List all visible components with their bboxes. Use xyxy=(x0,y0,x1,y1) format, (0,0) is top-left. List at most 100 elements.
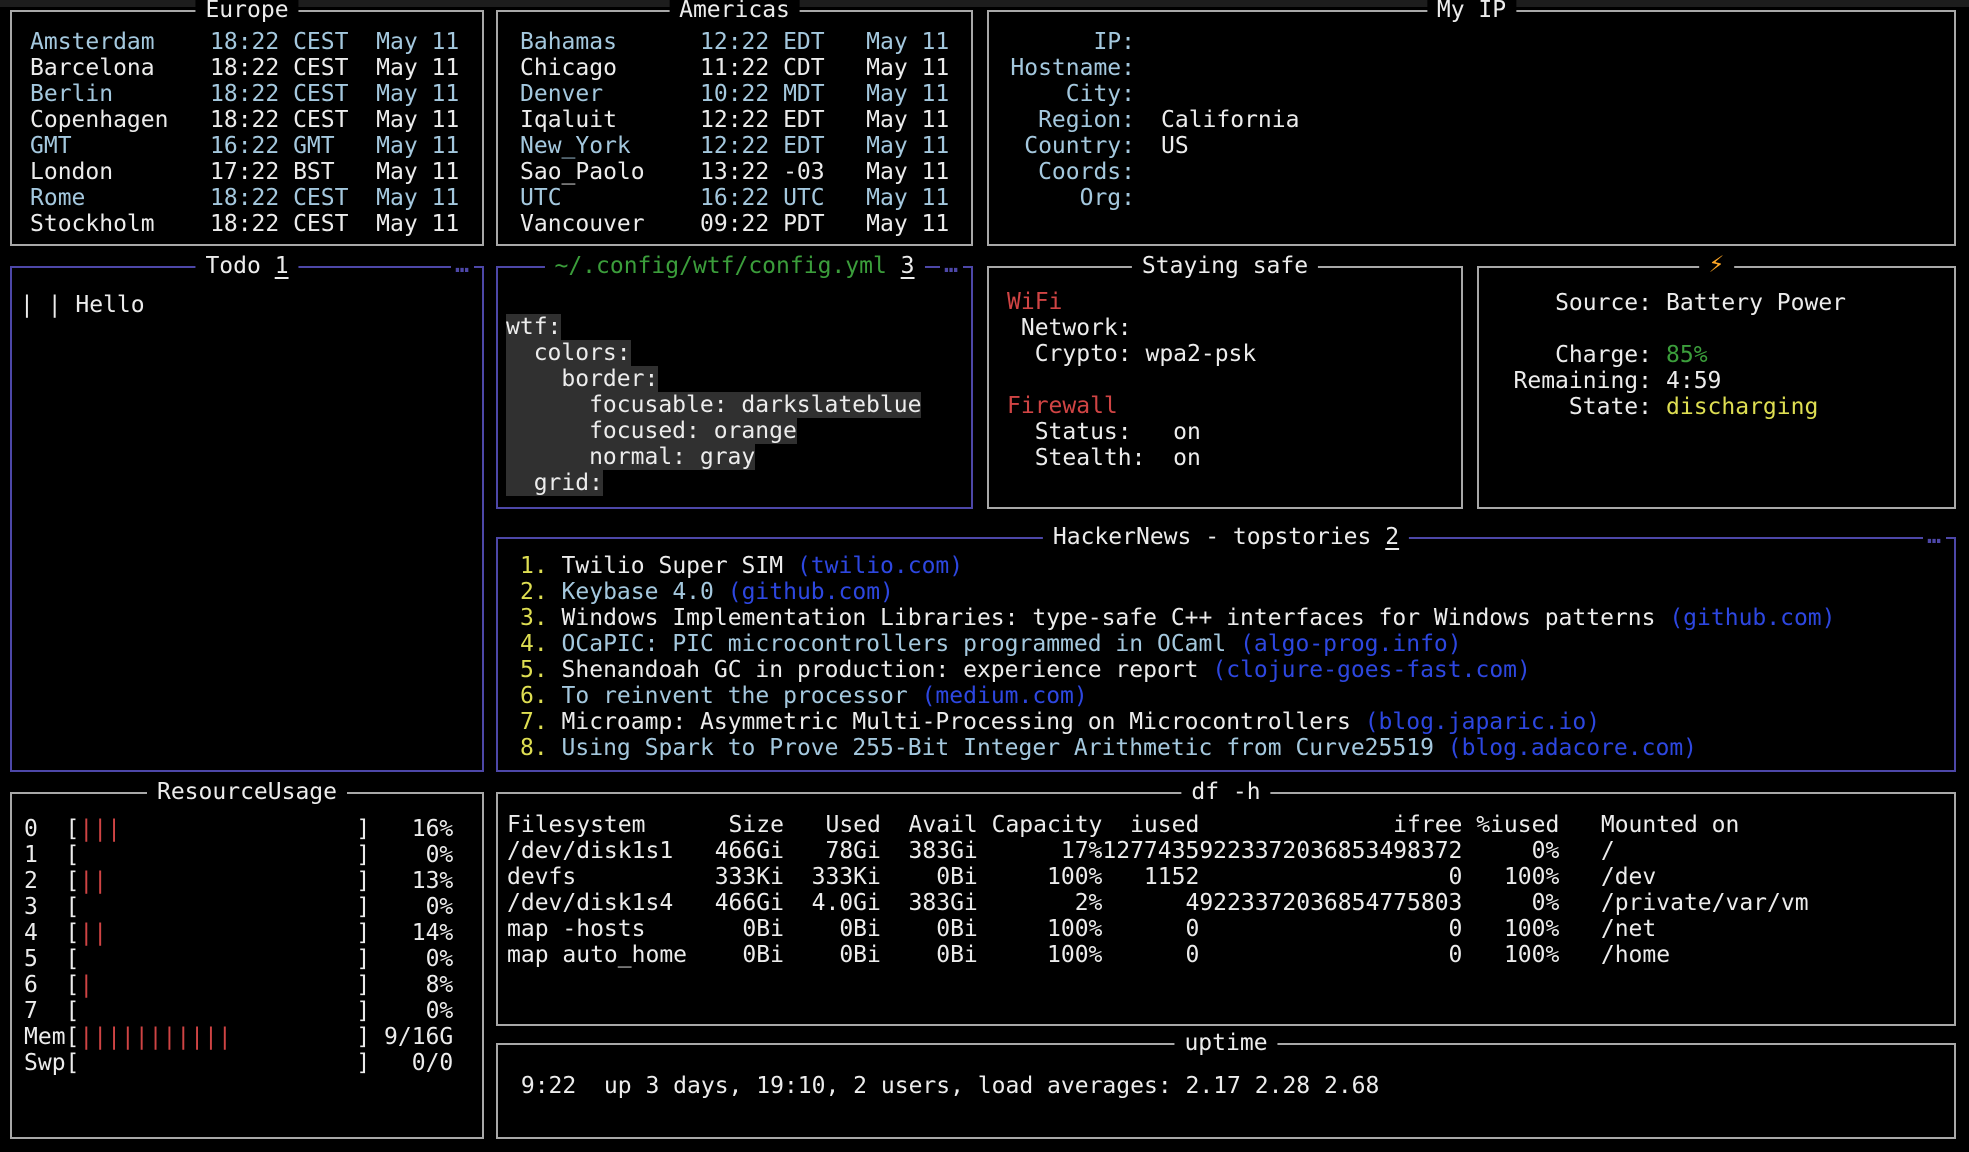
todo-checkbox[interactable]: | | xyxy=(20,292,62,318)
hackernews-story[interactable]: 8.Using Spark to Prove 255-Bit Integer A… xyxy=(520,735,1954,761)
clock-date: May 11 xyxy=(376,133,482,159)
clock-city: Amsterdam xyxy=(30,29,210,55)
clock-date: May 11 xyxy=(376,29,482,55)
df-cell: 0% xyxy=(1462,890,1559,916)
meter-bar: ||| xyxy=(79,816,356,842)
clock-city: London xyxy=(30,159,210,185)
df-column-header: %iused xyxy=(1462,812,1559,838)
df-cell: 4.0Gi xyxy=(784,890,881,916)
meter-value: 0% xyxy=(370,894,453,920)
ip-field-row: Coords: xyxy=(1007,159,1954,185)
clock-timezone: CEST xyxy=(293,211,376,237)
meter-bracket-close: ] xyxy=(356,998,370,1024)
security-status-line: WiFi xyxy=(1007,289,1461,315)
ip-field-label: Region: xyxy=(1007,107,1135,133)
df-column-header: Size xyxy=(701,812,784,838)
ip-field-value: US xyxy=(1161,133,1954,159)
df-cell: 0 xyxy=(1199,916,1462,942)
hackernews-story[interactable]: 4.OCaPIC: PIC microcontrollers programme… xyxy=(520,631,1954,657)
story-domain-link[interactable]: (twilio.com) xyxy=(797,553,963,579)
security-status-list: WiFi Network: Crypto: wpa2-pskFirewall S… xyxy=(989,268,1461,507)
df-cell: 0Bi xyxy=(881,864,978,890)
df-cell: 100% xyxy=(978,916,1103,942)
clock-time: 17:22 xyxy=(210,159,293,185)
story-title: Keybase 4.0 xyxy=(562,579,714,605)
df-cell: 100% xyxy=(978,942,1103,968)
config-yaml-text: grid: xyxy=(506,470,603,496)
battery-row-label: Source: xyxy=(1497,290,1652,316)
meter-bracket-open: [ xyxy=(66,816,80,842)
ip-field-row: Region: California xyxy=(1007,107,1954,133)
hackernews-story[interactable]: 6.To reinvent the processor(medium.com) xyxy=(520,683,1954,709)
clock-timezone: -03 xyxy=(783,159,866,185)
americas-clock-list: Bahamas12:22EDTMay 11Chicago11:22CDTMay … xyxy=(498,12,971,244)
meter-bracket-open: [ xyxy=(66,920,80,946)
meter-bracket-open: [ xyxy=(66,998,80,1024)
clock-time: 11:22 xyxy=(700,55,783,81)
resource-meter-row: 7[]0% xyxy=(24,998,482,1024)
df-cell: /net xyxy=(1559,916,1954,942)
df-cell: 383Gi xyxy=(881,890,978,916)
story-title: Twilio Super SIM xyxy=(562,553,784,579)
ip-field-label: IP: xyxy=(1007,29,1135,55)
panel-staying-safe: Staying safe WiFi Network: Crypto: wpa2-… xyxy=(987,266,1463,509)
europe-clock-list: Amsterdam18:22CESTMay 11Barcelona18:22CE… xyxy=(12,12,482,244)
story-domain-link[interactable]: (clojure-goes-fast.com) xyxy=(1212,657,1531,683)
df-cell: 100% xyxy=(1462,942,1559,968)
hackernews-story[interactable]: 3.Windows Implementation Libraries: type… xyxy=(520,605,1954,631)
clock-timezone: GMT xyxy=(293,133,376,159)
config-yaml-text: normal: gray xyxy=(506,444,755,470)
story-rank: 6. xyxy=(520,683,548,709)
panel-config-file[interactable]: ~/.config/wtf/config.yml 3 … wtf: colors… xyxy=(496,266,973,509)
panel-hackernews[interactable]: HackerNews - topstories 2 … 1.Twilio Sup… xyxy=(496,537,1956,772)
clock-date: May 11 xyxy=(376,211,482,237)
clock-time: 18:22 xyxy=(210,81,293,107)
clock-row: Chicago11:22CDTMay 11 xyxy=(520,55,971,81)
df-cell: 9223372036853498372 xyxy=(1199,838,1462,864)
story-domain-link[interactable]: (algo-prog.info) xyxy=(1240,631,1462,657)
clock-city: Iqaluit xyxy=(520,107,700,133)
battery-row-value: 4:59 xyxy=(1666,368,1954,394)
clock-row: Sao_Paolo13:22-03May 11 xyxy=(520,159,971,185)
battery-status-list: Source:Battery PowerCharge:85%Remaining:… xyxy=(1479,268,1954,507)
todo-item[interactable]: | |Hello xyxy=(20,292,482,318)
clock-time: 18:22 xyxy=(210,185,293,211)
clock-row: Stockholm18:22CESTMay 11 xyxy=(30,211,482,237)
ip-field-label: Coords: xyxy=(1007,159,1135,185)
uptime-content: 9:22 up 3 days, 19:10, 2 users, load ave… xyxy=(498,1045,1954,1137)
story-domain-link[interactable]: (blog.japaric.io) xyxy=(1365,709,1600,735)
clock-row: Copenhagen18:22CESTMay 11 xyxy=(30,107,482,133)
resource-meter-list: 0[|||]16%1[]0%2[||]13%3[]0%4[||]14%5[]0%… xyxy=(12,794,482,1137)
meter-bracket-close: ] xyxy=(356,972,370,998)
meter-bracket-open: [ xyxy=(66,894,80,920)
meter-value: 0% xyxy=(370,946,453,972)
meter-bar xyxy=(79,894,356,920)
ip-field-value: California xyxy=(1161,107,1954,133)
security-status-line: Status: on xyxy=(1007,419,1461,445)
clock-city: Berlin xyxy=(30,81,210,107)
df-cell: 466Gi xyxy=(701,890,784,916)
story-domain-link[interactable]: (medium.com) xyxy=(922,683,1088,709)
df-cell: 9223372036854775803 xyxy=(1199,890,1462,916)
hackernews-story[interactable]: 7.Microamp: Asymmetric Multi-Processing … xyxy=(520,709,1954,735)
df-header-row: FilesystemSizeUsedAvailCapacityiusedifre… xyxy=(507,812,1954,838)
clock-date: May 11 xyxy=(866,107,971,133)
story-domain-link[interactable]: (github.com) xyxy=(728,579,894,605)
resource-meter-row: Mem[|||||||||||]9/16G xyxy=(24,1024,482,1050)
hackernews-story[interactable]: 5.Shenandoah GC in production: experienc… xyxy=(520,657,1954,683)
clock-time: 18:22 xyxy=(210,55,293,81)
df-cell: 0% xyxy=(1462,838,1559,864)
hackernews-story[interactable]: 1.Twilio Super SIM(twilio.com) xyxy=(520,553,1954,579)
clock-row: Amsterdam18:22CESTMay 11 xyxy=(30,29,482,55)
story-domain-link[interactable]: (github.com) xyxy=(1669,605,1835,631)
df-data-row: devfs333Ki333Ki0Bi100%11520100%/dev xyxy=(507,864,1954,890)
ip-field-value xyxy=(1161,159,1954,185)
df-cell: /dev/disk1s4 xyxy=(507,890,701,916)
story-domain-link[interactable]: (blog.adacore.com) xyxy=(1448,735,1697,761)
battery-row xyxy=(1497,316,1954,342)
df-cell: 333Ki xyxy=(784,864,881,890)
panel-todo[interactable]: Todo 1 … | |Hello xyxy=(10,266,484,772)
story-rank: 8. xyxy=(520,735,548,761)
config-yaml-text: colors: xyxy=(506,340,631,366)
hackernews-story[interactable]: 2.Keybase 4.0(github.com) xyxy=(520,579,1954,605)
